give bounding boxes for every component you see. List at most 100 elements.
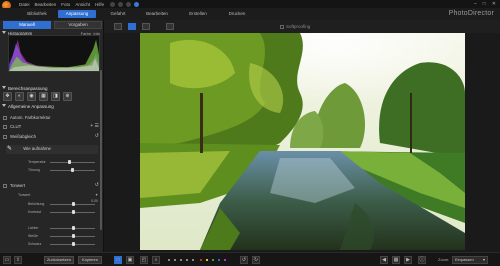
zoom-in-icon[interactable]: ⌕	[152, 256, 160, 264]
highlights-slider[interactable]: Lichter	[28, 225, 98, 231]
tab-print[interactable]: Drucken	[226, 10, 248, 18]
settings-icon[interactable]	[126, 1, 132, 7]
tab-library[interactable]: Bibliothek	[18, 10, 56, 18]
zoom-select[interactable]: Einpassen ▾	[452, 256, 488, 264]
menu-help[interactable]: Hilfe	[95, 2, 104, 7]
color-label-grey-5[interactable]	[192, 259, 194, 261]
fit-view-icon[interactable]: □	[114, 256, 122, 264]
fullscreen-icon[interactable]: ◰	[140, 256, 148, 264]
manual-button[interactable]: Manuell	[3, 21, 51, 29]
white-balance-row[interactable]: Weißabgleich ↺	[3, 133, 101, 140]
collapse-icon	[2, 31, 6, 34]
export-icon[interactable]: ⇪	[14, 256, 22, 264]
zoom-label: Zoom:	[438, 257, 450, 262]
close-icon[interactable]: ✕	[492, 1, 496, 7]
contrast-knob[interactable]	[72, 210, 75, 214]
tab-adjustment[interactable]: Anpassung	[58, 10, 96, 18]
menu-file[interactable]: Datei	[19, 2, 30, 7]
color-label-grey[interactable]	[168, 259, 170, 261]
module-nav: Bibliothek Anpassung Gefahrt Bearbeiten …	[0, 8, 500, 20]
clut-checkbox[interactable]	[3, 124, 7, 129]
reset-button[interactable]: Zurücksetzen	[44, 256, 74, 264]
fill-view-icon[interactable]: ▣	[126, 256, 134, 264]
before-after-icon[interactable]	[142, 23, 150, 30]
region-tools: ✥ ◐ ◉ ▦ ◨ ⊕	[3, 92, 72, 101]
redo-icon[interactable]	[118, 1, 124, 7]
auto-color-checkbox[interactable]	[3, 115, 7, 120]
color-label-yellow[interactable]	[206, 259, 208, 261]
menu-edit[interactable]: Bearbeiten	[35, 2, 57, 7]
maximize-icon[interactable]: □	[483, 1, 486, 7]
presets-button[interactable]: Vorgaben	[54, 21, 102, 29]
brush-tool-icon[interactable]: ◐	[15, 92, 24, 101]
color-label-blue[interactable]	[218, 259, 220, 261]
whites-slider[interactable]: Weiße	[28, 233, 98, 239]
gradient-mask-icon[interactable]: ▦	[39, 92, 48, 101]
grid-icon[interactable]: ▦	[392, 256, 400, 264]
tab-edit[interactable]: Bearbeiten	[144, 10, 170, 18]
panel-scrollbar[interactable]	[100, 70, 102, 230]
temperature-slider[interactable]: Temperatur	[28, 159, 98, 165]
single-view-icon[interactable]	[114, 23, 122, 30]
temperature-knob[interactable]	[68, 160, 71, 164]
color-label-red[interactable]	[200, 259, 202, 261]
menu-photo[interactable]: Foto	[61, 2, 70, 7]
tone-checkbox[interactable]	[3, 183, 7, 188]
highlights-knob[interactable]	[72, 226, 75, 230]
tone-row[interactable]: Tonwert ↺	[3, 182, 101, 189]
color-label-purple[interactable]	[224, 259, 226, 261]
tint-knob[interactable]	[71, 168, 74, 172]
white-balance-checkbox[interactable]	[3, 134, 7, 139]
contrast-slider[interactable]: Kontrast	[28, 209, 98, 215]
chevron-down-icon: ▾	[482, 257, 485, 262]
tab-create[interactable]: Erstellen	[187, 10, 209, 18]
as-shot-select[interactable]: ✎ Wie aufnahme	[6, 145, 98, 154]
window-controls: – □ ✕	[474, 1, 496, 7]
bottom-bar: ▭ ⇪ Zurücksetzen Kopieren □ ▣ ◰ ⌕ ↺ ↻ ◀ …	[0, 252, 500, 266]
info-icon[interactable]	[134, 1, 140, 7]
exposure-slider[interactable]: Belichtung 0.00	[28, 199, 98, 207]
exposure-knob[interactable]	[72, 202, 75, 206]
rotate-left-icon[interactable]: ↺	[240, 256, 248, 264]
view-toolbar: Softproofing	[104, 20, 500, 33]
general-adjust-header[interactable]: Allgemeine Anpassung	[2, 104, 102, 110]
eyedropper-icon[interactable]: ✎	[7, 146, 12, 152]
photo-canvas[interactable]	[104, 33, 500, 252]
filmstrip-icon[interactable]: ▭	[3, 256, 11, 264]
menu-bar: Datei Bearbeiten Foto Ansicht Hilfe – □ …	[0, 0, 500, 10]
add-clut-icon[interactable]: + ☰	[90, 123, 99, 130]
softproof-checkbox[interactable]	[280, 24, 284, 29]
redeye-tool-icon[interactable]: ◨	[51, 92, 60, 101]
color-label-grey-3[interactable]	[180, 259, 182, 261]
split-view-icon[interactable]	[166, 23, 174, 30]
whites-knob[interactable]	[72, 234, 75, 238]
rotate-right-icon[interactable]: ↻	[252, 256, 260, 264]
menu-view[interactable]: Ansicht	[75, 2, 90, 7]
color-label-green[interactable]	[212, 259, 214, 261]
minimize-icon[interactable]: –	[474, 1, 477, 7]
radial-filter-icon[interactable]: ◉	[27, 92, 36, 101]
copy-button[interactable]: Kopieren	[78, 256, 102, 264]
spot-removal-icon[interactable]: ⊕	[63, 92, 72, 101]
tone-sub-row[interactable]: Tonwert ✦	[18, 192, 98, 198]
auto-color-row[interactable]: Autom. Farbkorrektur	[3, 114, 101, 121]
white-balance-reset-icon[interactable]: ↺	[95, 133, 99, 140]
clut-row[interactable]: CLUT + ☰	[3, 123, 101, 130]
tab-guided[interactable]: Gefahrt	[106, 10, 130, 18]
blacks-slider[interactable]: Schwarz	[28, 241, 98, 247]
next-photo-icon[interactable]: ▶	[404, 256, 412, 264]
compare-view-icon[interactable]	[128, 23, 136, 30]
info-panel-icon[interactable]: ⓘ	[418, 256, 426, 264]
brand-name: PhotoDirector	[448, 10, 494, 17]
tone-reset-icon[interactable]: ↺	[95, 182, 99, 189]
color-label-grey-2[interactable]	[174, 259, 176, 261]
mode-switch: Manuell Vorgaben	[3, 21, 102, 29]
collapse-icon	[2, 104, 6, 107]
crop-tool-icon[interactable]: ✥	[3, 92, 12, 101]
previous-photo-icon[interactable]: ◀	[380, 256, 388, 264]
softproof-toggle[interactable]: Softproofing	[280, 23, 310, 30]
undo-icon[interactable]	[110, 1, 116, 7]
blacks-knob[interactable]	[72, 242, 75, 246]
tint-slider[interactable]: Tönung	[28, 167, 98, 173]
color-label-grey-4[interactable]	[186, 259, 188, 261]
